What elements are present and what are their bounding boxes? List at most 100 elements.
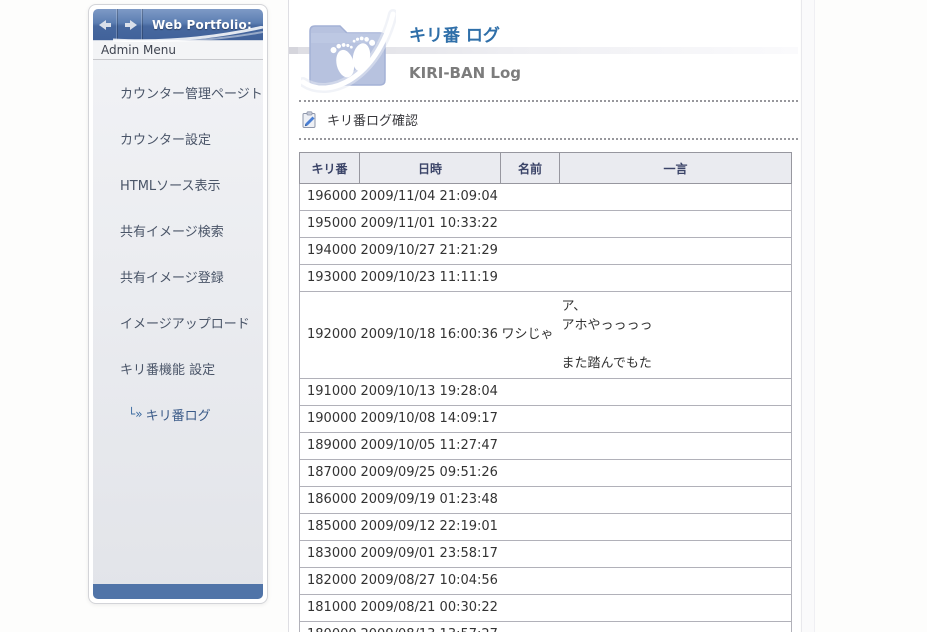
folder-footprints-icon — [301, 9, 396, 94]
table-row: 189000 2009/10/05 11:27:47 — [299, 432, 792, 460]
table-row: 180000 2009/08/13 13:57:27 — [299, 621, 792, 632]
dotted-divider — [299, 138, 798, 140]
cell-name — [500, 237, 560, 265]
sidebar-menu-item[interactable]: └» キリ番ログ — [93, 391, 263, 437]
cell-name — [500, 621, 560, 632]
cell-comment: ア、 アホやっっっっ また踏んでもた — [559, 291, 792, 379]
cell-datetime: 2009/11/04 21:09:04 — [359, 183, 501, 211]
cell-kiriban: 182000 — [299, 567, 360, 595]
cell-datetime: 2009/10/18 16:00:36 — [359, 291, 501, 379]
sidebar-menu-item-label: キリ番ログ — [145, 408, 211, 424]
sidebar-menu-item[interactable]: イメージアップロード — [93, 299, 263, 345]
submenu-branch-icon: └» — [128, 407, 143, 421]
sidebar-menu: カウンター管理ページトップ カウンター設定 HTMLソース表示 — [93, 60, 263, 437]
cell-kiriban: 196000 — [299, 183, 360, 211]
cell-datetime: 2009/09/25 09:51:26 — [359, 459, 501, 487]
cell-name — [500, 567, 560, 595]
cell-comment — [559, 378, 792, 406]
cell-name — [500, 210, 560, 238]
cell-comment — [559, 459, 792, 487]
sidebar-menu-item-label: 共有イメージ検索 — [120, 224, 224, 240]
cell-datetime: 2009/10/08 14:09:17 — [359, 405, 501, 433]
cell-kiriban: 186000 — [299, 486, 360, 514]
cell-comment — [559, 540, 792, 568]
sidebar-footer-bar — [93, 584, 263, 599]
cell-kiriban: 187000 — [299, 459, 360, 487]
table-row: 181000 2009/08/21 00:30:22 — [299, 594, 792, 622]
header-rule-cap — [289, 47, 298, 54]
sidebar-menu-item-label: 共有イメージ登録 — [120, 270, 224, 286]
cell-datetime: 2009/10/05 11:27:47 — [359, 432, 501, 460]
sidebar-menu-item[interactable]: 共有イメージ登録 — [93, 253, 263, 299]
table-row: 190000 2009/10/08 14:09:17 — [299, 405, 792, 433]
table-row: 186000 2009/09/19 01:23:48 — [299, 486, 792, 514]
cell-datetime: 2009/10/23 11:11:19 — [359, 264, 501, 292]
table-row: 195000 2009/11/01 10:33:22 — [299, 210, 792, 238]
cell-comment — [559, 621, 792, 632]
cell-kiriban: 192000 — [299, 291, 360, 379]
cell-datetime: 2009/08/13 13:57:27 — [359, 621, 501, 632]
cell-datetime: 2009/10/13 19:28:04 — [359, 378, 501, 406]
cell-comment — [559, 567, 792, 595]
sidebar: Web Portfolio: Admin Menu カウンター管理ページトップ — [88, 4, 268, 604]
cell-kiriban: 190000 — [299, 405, 360, 433]
sidebar-menu-item[interactable]: キリ番機能 設定 — [93, 345, 263, 391]
sidebar-menu-item-label: イメージアップロード — [120, 316, 250, 332]
cell-kiriban: 181000 — [299, 594, 360, 622]
cell-datetime: 2009/11/01 10:33:22 — [359, 210, 501, 238]
cell-name — [500, 540, 560, 568]
cell-datetime: 2009/10/27 21:21:29 — [359, 237, 501, 265]
sidebar-menu-item[interactable]: カウンター管理ページトップ — [93, 69, 263, 115]
cell-datetime: 2009/09/01 23:58:17 — [359, 540, 501, 568]
sidebar-menu-item[interactable]: HTMLソース表示 — [93, 161, 263, 207]
section-header: キリ番ログ確認 — [289, 102, 800, 138]
admin-menu-label: Admin Menu — [93, 41, 263, 60]
cell-kiriban: 193000 — [299, 264, 360, 292]
table-row: 192000 2009/10/18 16:00:36 ワシじゃ ア、 アホやっっ… — [299, 291, 792, 379]
sidebar-inner: Web Portfolio: Admin Menu カウンター管理ページトップ — [93, 9, 263, 599]
sidebar-header: Web Portfolio: — [93, 9, 263, 42]
page-title: キリ番 ログ — [409, 26, 500, 46]
sidebar-menu-item[interactable]: 共有イメージ検索 — [93, 207, 263, 253]
table-header-row: キリ番 日時 名前 一言 — [299, 152, 792, 184]
main-content: キリ番 ログ KIRI-BAN Log キリ番ログ確認 キリ番 日時 名前 一言 — [288, 0, 800, 632]
cell-comment — [559, 405, 792, 433]
table-row: 182000 2009/08/27 10:04:56 — [299, 567, 792, 595]
col-header-datetime: 日時 — [359, 152, 501, 184]
cell-comment — [559, 210, 792, 238]
arrow-right-icon — [124, 19, 137, 30]
cell-name — [500, 405, 560, 433]
cell-comment — [559, 264, 792, 292]
cell-comment — [559, 486, 792, 514]
frame-scrollbar-track[interactable] — [801, 0, 815, 632]
cell-name — [500, 264, 560, 292]
cell-kiriban: 195000 — [299, 210, 360, 238]
arrow-left-icon — [98, 19, 112, 30]
table-row: 193000 2009/10/23 11:11:19 — [299, 264, 792, 292]
page: Web Portfolio: Admin Menu カウンター管理ページトップ — [0, 0, 927, 632]
cell-datetime: 2009/09/12 22:19:01 — [359, 513, 501, 541]
cell-name — [500, 432, 560, 460]
sidebar-title: Web Portfolio: — [152, 17, 252, 32]
col-header-comment: 一言 — [559, 152, 792, 184]
nav-forward-button[interactable] — [118, 9, 143, 40]
cell-name — [500, 183, 560, 211]
cell-datetime: 2009/09/19 01:23:48 — [359, 486, 501, 514]
cell-comment — [559, 594, 792, 622]
page-subtitle: KIRI-BAN Log — [409, 64, 521, 82]
col-header-name: 名前 — [500, 152, 560, 184]
table-row: 185000 2009/09/12 22:19:01 — [299, 513, 792, 541]
cell-comment — [559, 237, 792, 265]
sidebar-menu-item[interactable]: カウンター設定 — [93, 115, 263, 161]
sidebar-menu-item-label: カウンター管理ページトップ — [120, 86, 263, 102]
cell-kiriban: 185000 — [299, 513, 360, 541]
cell-comment — [559, 513, 792, 541]
nav-back-button[interactable] — [93, 9, 118, 40]
cell-kiriban: 183000 — [299, 540, 360, 568]
section-label: キリ番ログ確認 — [327, 114, 419, 129]
cell-comment — [559, 432, 792, 460]
cell-name — [500, 513, 560, 541]
table-row: 191000 2009/10/13 19:28:04 — [299, 378, 792, 406]
cell-kiriban: 189000 — [299, 432, 360, 460]
